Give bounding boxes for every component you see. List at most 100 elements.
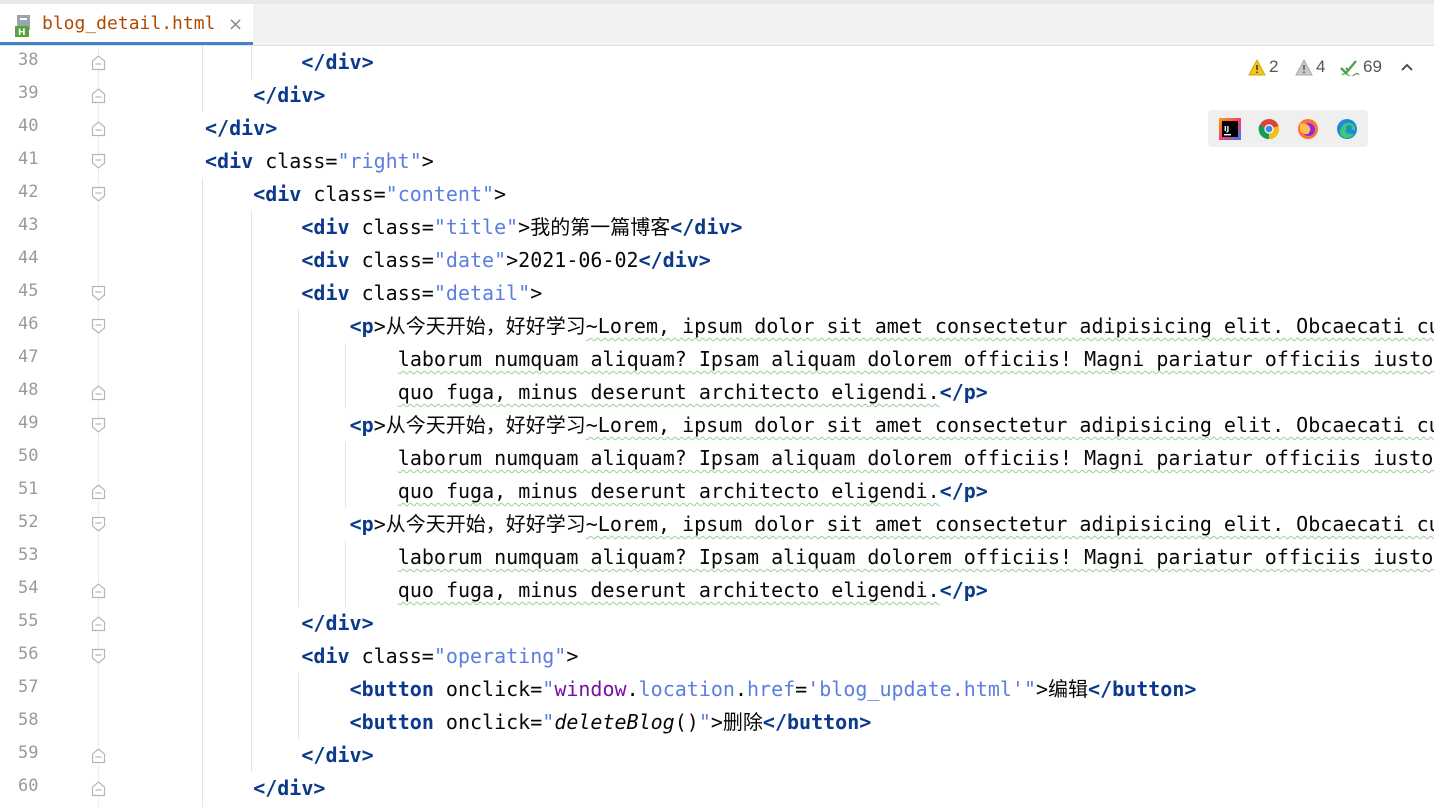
code-text: </div>: [253, 775, 325, 801]
previous-highlight-button[interactable]: [1400, 55, 1414, 79]
code-token: ~Lorem, ipsum dolor sit amet consectetur…: [585, 512, 1434, 536]
fold-collapse-icon[interactable]: [91, 417, 106, 434]
code-text: </div>: [253, 82, 325, 108]
code-text: <p>从今天开始，好好学习~Lorem, ipsum dolor sit ame…: [350, 412, 1434, 438]
line-number: 56: [18, 644, 39, 664]
code-token: >: [373, 413, 386, 437]
code-line[interactable]: 57 <button onclick="window.location.href=…: [0, 673, 1434, 706]
code-token: </div>: [301, 50, 374, 74]
code-line[interactable]: 38 </div>: [0, 46, 1434, 79]
code-token: (): [674, 710, 699, 734]
fold-end-icon[interactable]: [91, 483, 106, 500]
code-token: <button: [349, 677, 434, 701]
code-text: </div>: [301, 610, 373, 636]
fold-end-icon[interactable]: [91, 780, 106, 797]
fold-collapse-icon[interactable]: [91, 153, 106, 170]
code-token: onclick=: [433, 710, 543, 734]
code-line[interactable]: 46 <p>从今天开始，好好学习~Lorem, ipsum dolor sit a…: [0, 310, 1434, 343]
fold-end-icon[interactable]: [91, 54, 106, 71]
code-line[interactable]: 58 <button onclick="deleteBlog()">删除</but…: [0, 706, 1434, 739]
fold-collapse-icon[interactable]: [91, 648, 106, 665]
code-line[interactable]: 45 <div class="detail">: [0, 277, 1434, 310]
code-line[interactable]: 41 <div class="right">: [0, 145, 1434, 178]
code-token: laborum numquam aliquam? Ipsam aliquam d…: [397, 347, 1434, 371]
fold-collapse-icon[interactable]: [91, 285, 106, 302]
code-line[interactable]: 51 quo fuga, minus deserunt architecto el…: [0, 475, 1434, 508]
tab-blog-detail[interactable]: H blog_detail.html ×: [0, 4, 253, 45]
line-number: 53: [18, 545, 39, 565]
code-line[interactable]: 49 <p>从今天开始，好好学习~Lorem, ipsum dolor sit a…: [0, 409, 1434, 442]
line-number: 39: [18, 83, 39, 103]
code-token: <div: [301, 248, 350, 272]
code-line[interactable]: 42 <div class="content">: [0, 178, 1434, 211]
code-token: >: [566, 644, 579, 668]
code-token: <div: [253, 182, 302, 206]
fold-collapse-icon[interactable]: [91, 186, 106, 203]
fold-end-icon[interactable]: [91, 747, 106, 764]
code-line[interactable]: 53 laborum numquam aliquam? Ipsam aliquam…: [0, 541, 1434, 574]
code-text: <div class="date">2021-06-02</div>: [301, 247, 710, 273]
code-token: .: [734, 677, 747, 701]
code-token: <div: [301, 281, 350, 305]
typo-indicator[interactable]: 69: [1340, 55, 1382, 79]
code-line[interactable]: 50 laborum numquam aliquam? Ipsam aliquam…: [0, 442, 1434, 475]
code-token: <p: [349, 413, 374, 437]
fold-end-icon[interactable]: [91, 615, 106, 632]
fold-end-icon[interactable]: [91, 120, 106, 137]
code-token: ": [542, 677, 555, 701]
chrome-icon[interactable]: [1258, 118, 1280, 140]
weak-warning-indicator[interactable]: 4: [1295, 55, 1325, 79]
code-line[interactable]: 47 laborum numquam aliquam? Ipsam aliquam…: [0, 343, 1434, 376]
intellij-icon[interactable]: IJ: [1219, 118, 1241, 140]
code-token: "detail": [433, 281, 531, 305]
warning-indicator[interactable]: 2: [1248, 55, 1278, 79]
code-token: </p>: [939, 479, 988, 503]
code-line[interactable]: 60 </div>: [0, 772, 1434, 805]
browser-preview-bar: IJ: [1208, 110, 1368, 147]
code-line[interactable]: 55 </div>: [0, 607, 1434, 640]
code-text: <button onclick="window.location.href='b…: [350, 676, 1197, 702]
code-token: window: [554, 677, 627, 701]
code-line[interactable]: 59 </div>: [0, 739, 1434, 772]
fold-collapse-icon[interactable]: [91, 516, 106, 533]
fold-collapse-icon[interactable]: [91, 318, 106, 335]
line-number: 49: [18, 413, 39, 433]
code-token: 编辑: [1048, 677, 1089, 701]
code-line[interactable]: 44 <div class="date">2021-06-02</div>: [0, 244, 1434, 277]
code-line[interactable]: 56 <div class="operating">: [0, 640, 1434, 673]
code-token: class=: [349, 281, 434, 305]
line-number: 60: [18, 776, 39, 796]
code-line[interactable]: 48 quo fuga, minus deserunt architecto el…: [0, 376, 1434, 409]
close-tab-icon[interactable]: ×: [228, 14, 243, 35]
fold-end-icon[interactable]: [91, 384, 106, 401]
line-number: 45: [18, 281, 39, 301]
code-token: </div>: [253, 776, 326, 800]
edge-icon[interactable]: [1336, 118, 1358, 140]
line-number: 52: [18, 512, 39, 532]
code-token: laborum numquam aliquam? Ipsam aliquam d…: [397, 446, 1434, 470]
code-token: <div: [301, 215, 350, 239]
line-number: 40: [18, 116, 39, 136]
code-line[interactable]: 54 quo fuga, minus deserunt architecto el…: [0, 574, 1434, 607]
code-token: >: [710, 710, 723, 734]
code-token: >: [494, 182, 507, 206]
weak-warning-icon: [1295, 58, 1313, 75]
svg-text:IJ: IJ: [1224, 125, 1229, 133]
line-number: 54: [18, 578, 39, 598]
code-line[interactable]: 43 <div class="title">我的第一篇博客</div>: [0, 211, 1434, 244]
line-number: 38: [18, 50, 39, 70]
code-token: </div>: [205, 116, 278, 140]
line-number: 50: [18, 446, 39, 466]
code-text: <p>从今天开始，好好学习~Lorem, ipsum dolor sit ame…: [350, 313, 1434, 339]
code-token: ": [698, 710, 711, 734]
warning-count: 2: [1269, 57, 1279, 76]
code-token: "title": [433, 215, 519, 239]
code-token: "date": [433, 248, 507, 272]
firefox-icon[interactable]: [1297, 118, 1319, 140]
code-line[interactable]: 52 <p>从今天开始，好好学习~Lorem, ipsum dolor sit a…: [0, 508, 1434, 541]
code-text: laborum numquam aliquam? Ipsam aliquam d…: [398, 544, 1434, 570]
fold-end-icon[interactable]: [91, 582, 106, 599]
fold-end-icon[interactable]: [91, 87, 106, 104]
code-line[interactable]: 39 </div>: [0, 79, 1434, 112]
code-token: =: [795, 677, 808, 701]
